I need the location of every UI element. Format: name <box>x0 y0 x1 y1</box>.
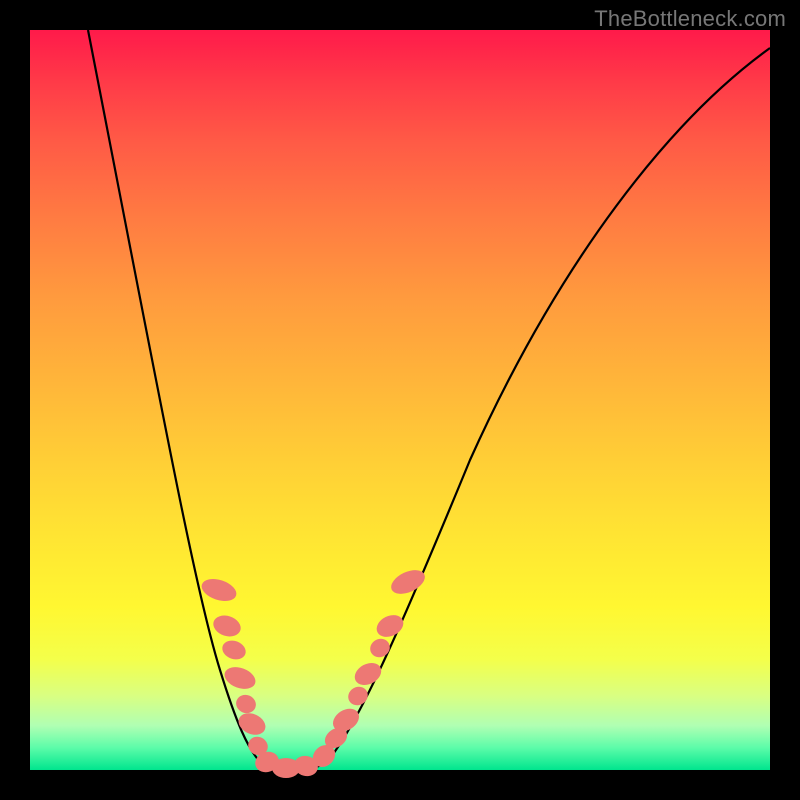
bead <box>387 565 428 598</box>
bead <box>233 692 258 716</box>
watermark-text: TheBottleneck.com <box>594 6 786 32</box>
bead <box>222 663 259 693</box>
bead <box>367 635 393 660</box>
curve-beads <box>199 565 429 778</box>
bead <box>199 575 239 605</box>
bottleneck-curve <box>88 30 770 770</box>
bead <box>373 611 407 641</box>
bead <box>220 637 249 662</box>
bead <box>211 612 244 640</box>
chart-plot-area <box>30 30 770 770</box>
bead <box>351 659 385 690</box>
bead <box>345 683 371 709</box>
bottleneck-curve-chart <box>30 30 770 770</box>
bead <box>235 709 269 739</box>
